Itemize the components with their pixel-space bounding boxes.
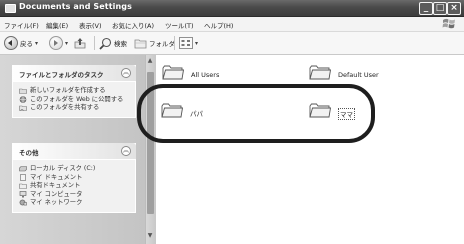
up-folder-icon (74, 38, 86, 49)
scroll-up-icon[interactable]: ▲ (146, 57, 154, 65)
task-new-folder-label: 新しいフォルダを作成する (30, 87, 106, 94)
back-button[interactable]: 戻る ▾ (4, 36, 38, 50)
tasks-panel: ファイルとフォルダのタスク ︽ 新しいフォルダを作成する このフォルダを Web… (12, 65, 136, 118)
collapse-icon[interactable]: ︽ (121, 68, 131, 78)
menu-bar: ファイル(F) 編集(E) 表示(V) お気に入り(A) ツール(T) ヘルプ(… (0, 17, 464, 32)
folder-icon (134, 39, 147, 49)
hard-disk-icon (19, 166, 27, 172)
place-my-network-label: マイ ネットワーク (30, 199, 83, 207)
other-panel-header[interactable]: その他 ︽ (12, 143, 136, 159)
task-publish-web[interactable]: このフォルダを Web に公開する (19, 96, 130, 104)
menu-edit[interactable]: 編集(E) (46, 20, 68, 30)
windows-logo-icon (442, 18, 455, 29)
back-label: 戻る (20, 40, 33, 48)
tasks-panel-title: ファイルとフォルダのタスク (19, 71, 104, 79)
close-button[interactable]: × (447, 2, 461, 15)
maximize-button[interactable]: □ (433, 2, 447, 15)
scroll-down-icon[interactable]: ▼ (146, 232, 154, 240)
shared-folder-icon (19, 183, 27, 189)
place-my-computer-label: マイ コンピュータ (30, 190, 83, 198)
menu-view[interactable]: 表示(V) (79, 20, 102, 30)
place-shared-documents-label: 共有ドキュメント (30, 182, 81, 190)
place-shared-documents[interactable]: 共有ドキュメント (19, 182, 130, 190)
explorer-window: Documents and Settings _ □ × ファイル(F) 編集(… (0, 0, 464, 244)
place-my-documents[interactable]: マイ ドキュメント (19, 174, 130, 182)
menu-tools[interactable]: ツール(T) (165, 20, 194, 30)
menu-help[interactable]: ヘルプ(H) (204, 20, 233, 30)
forward-arrow-icon (49, 36, 63, 50)
place-local-disk-label: ローカル ディスク (C:) (30, 165, 96, 172)
folder-icon[interactable] (162, 64, 184, 81)
task-sidebar: ファイルとフォルダのタスク ︽ 新しいフォルダを作成する このフォルダを Web… (0, 55, 145, 244)
place-local-disk[interactable]: ローカル ディスク (C:) (19, 165, 130, 173)
search-label: 検索 (114, 40, 127, 48)
views-icon (179, 37, 193, 49)
toolbar: 戻る ▾ ▾ 検索 フォルダ ▾ (0, 32, 464, 55)
place-my-documents-label: マイ ドキュメント (30, 173, 83, 181)
chevron-down-icon: ▾ (35, 39, 39, 47)
other-panel-title: その他 (19, 149, 39, 157)
task-publish-web-label: このフォルダを Web に公開する (30, 95, 124, 103)
task-new-folder[interactable]: 新しいフォルダを作成する (19, 87, 130, 95)
search-icon (99, 37, 112, 50)
tasks-panel-body: 新しいフォルダを作成する このフォルダを Web に公開する このフォルダを共有… (12, 81, 136, 118)
other-places-panel: その他 ︽ ローカル ディスク (C:) マイ ドキュメント 共有ドキュメント … (12, 143, 136, 213)
forward-button[interactable]: ▾ (49, 36, 68, 50)
new-folder-icon (19, 88, 27, 94)
window-title: Documents and Settings (19, 2, 132, 11)
documents-icon (20, 173, 26, 181)
task-share-folder-label: このフォルダを共有する (30, 104, 100, 112)
place-my-computer[interactable]: マイ コンピュータ (19, 191, 130, 199)
minimize-button[interactable]: _ (419, 2, 433, 15)
folder-icon[interactable] (309, 64, 331, 81)
other-panel-body: ローカル ディスク (C:) マイ ドキュメント 共有ドキュメント マイ コンピ… (12, 159, 136, 213)
chevron-down-icon: ▾ (195, 39, 199, 47)
highlight-annotation (137, 84, 375, 143)
menu-file[interactable]: ファイル(F) (4, 20, 39, 30)
computer-icon (19, 190, 27, 198)
folder-label-default-user[interactable]: Default User (338, 71, 379, 79)
chevron-down-icon: ▾ (65, 39, 69, 47)
up-folder-button[interactable] (74, 36, 86, 50)
folder-label-all-users[interactable]: All Users (191, 71, 219, 79)
share-folder-icon (19, 105, 27, 111)
folders-button[interactable]: フォルダ (134, 36, 175, 50)
toolbar-separator (94, 36, 95, 50)
toolbar-separator (174, 36, 175, 50)
place-my-network[interactable]: マイ ネットワーク (19, 199, 130, 207)
title-bar[interactable]: Documents and Settings _ □ × (0, 0, 464, 17)
back-arrow-icon (4, 36, 18, 50)
views-button[interactable]: ▾ (179, 36, 198, 50)
menu-favorites[interactable]: お気に入り(A) (112, 20, 154, 30)
globe-icon (19, 95, 27, 103)
collapse-icon[interactable]: ︽ (121, 146, 131, 156)
network-icon (19, 199, 27, 206)
tasks-panel-header[interactable]: ファイルとフォルダのタスク ︽ (12, 65, 136, 81)
task-share-folder[interactable]: このフォルダを共有する (19, 104, 130, 112)
folders-label: フォルダ (149, 40, 175, 48)
folder-icon (5, 4, 16, 13)
search-button[interactable]: 検索 (99, 36, 127, 50)
